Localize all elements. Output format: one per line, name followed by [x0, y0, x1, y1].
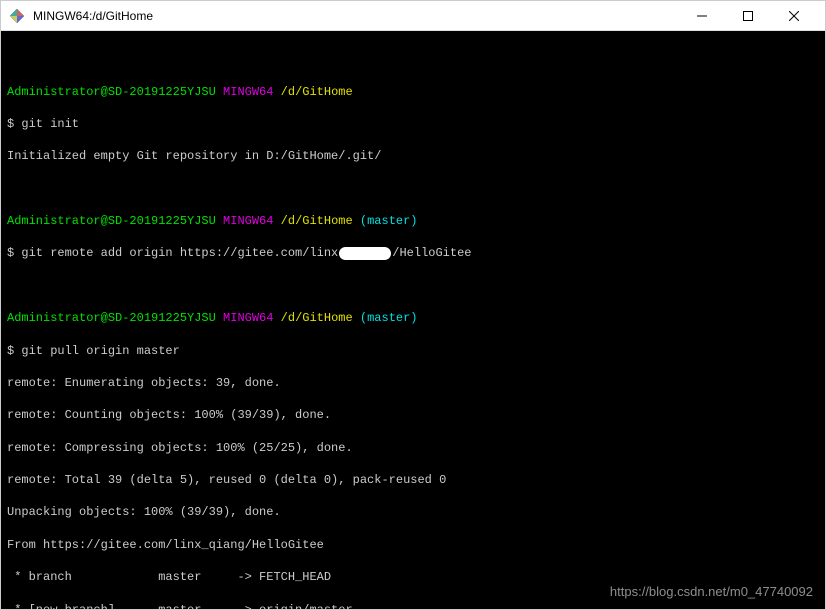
- output-line: Initialized empty Git repository in D:/G…: [7, 148, 819, 164]
- prompt-line: Administrator@SD-20191225YJSU MINGW64 /d…: [7, 84, 819, 100]
- maximize-button[interactable]: [725, 1, 771, 31]
- terminal-area[interactable]: Administrator@SD-20191225YJSU MINGW64 /d…: [1, 31, 825, 609]
- window-title: MINGW64:/d/GitHome: [33, 9, 679, 23]
- title-bar[interactable]: MINGW64:/d/GitHome: [1, 1, 825, 31]
- blank-line: [7, 181, 819, 197]
- output-line: remote: Counting objects: 100% (39/39), …: [7, 407, 819, 423]
- app-window: MINGW64:/d/GitHome Administrator@SD-2019…: [0, 0, 826, 610]
- app-icon: [9, 8, 25, 24]
- command-line: $ git init: [7, 116, 819, 132]
- command-line: $ git pull origin master: [7, 343, 819, 359]
- prompt-line: Administrator@SD-20191225YJSU MINGW64 /d…: [7, 310, 819, 326]
- output-line: * [new branch] master -> origin/master: [7, 602, 819, 609]
- output-line: From https://gitee.com/linx_qiang/HelloG…: [7, 537, 819, 553]
- window-controls: [679, 1, 817, 31]
- output-line: remote: Total 39 (delta 5), reused 0 (de…: [7, 472, 819, 488]
- command-line: $ git remote add origin https://gitee.co…: [7, 245, 819, 261]
- redaction-blob: [339, 247, 391, 260]
- close-button[interactable]: [771, 1, 817, 31]
- watermark-text: https://blog.csdn.net/m0_47740092: [610, 583, 813, 601]
- output-line: remote: Enumerating objects: 39, done.: [7, 375, 819, 391]
- blank-line: [7, 51, 819, 67]
- blank-line: [7, 278, 819, 294]
- output-line: Unpacking objects: 100% (39/39), done.: [7, 504, 819, 520]
- prompt-line: Administrator@SD-20191225YJSU MINGW64 /d…: [7, 213, 819, 229]
- minimize-button[interactable]: [679, 1, 725, 31]
- output-line: remote: Compressing objects: 100% (25/25…: [7, 440, 819, 456]
- output-line: * branch master -> FETCH_HEAD: [7, 569, 819, 585]
